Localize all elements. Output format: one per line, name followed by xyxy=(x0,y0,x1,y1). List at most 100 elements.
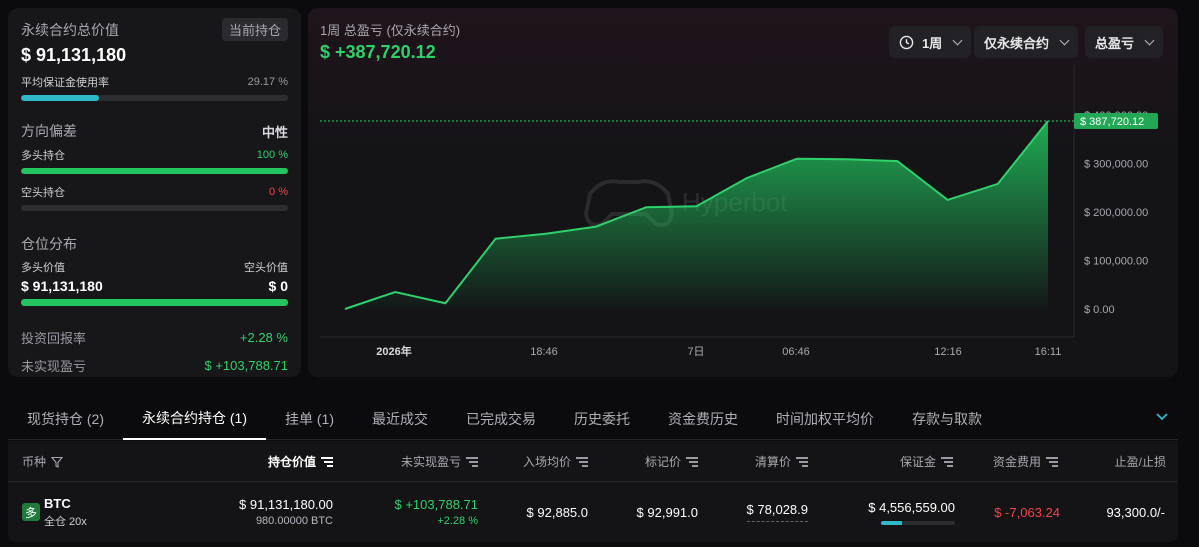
tab-4[interactable]: 已完成交易 xyxy=(447,398,555,440)
entry-price: $ 92,885.0 xyxy=(526,504,588,520)
bias-label: 方向偏差 xyxy=(21,123,77,139)
col-upnl[interactable]: 未实现盈亏 xyxy=(388,441,478,482)
margin-bar xyxy=(881,520,955,525)
col-margin-label: 保证金 xyxy=(899,455,936,469)
position-size: 980.00000 BTC xyxy=(255,515,333,527)
tpsl-value[interactable]: 93,300.0/- xyxy=(1106,505,1165,520)
x-tick-label: 16:11 xyxy=(1035,346,1062,358)
liq-price: $ 78,028.9 xyxy=(746,502,808,522)
summary-panel: 永续合约总价值 当前持仓 $ 91,131,180 平均保证金使用率 29.17… xyxy=(8,8,301,377)
collapse-chevron-icon[interactable] xyxy=(1155,412,1169,422)
roi-label: 投资回报率 xyxy=(21,331,87,346)
col-funding-label: 资金费用 xyxy=(992,455,1041,469)
short-value-label: 空头价值 xyxy=(244,262,288,274)
positions-tabs: 现货持仓 (2) 永续合约持仓 (1) 挂单 (1) 最近成交 已完成交易 历史委托 资金费… xyxy=(8,398,1178,440)
col-liq-label: 清算价 xyxy=(754,455,791,469)
long-value: $ 91,131,180 xyxy=(21,278,103,294)
x-tick-label: 18:46 xyxy=(530,346,558,358)
x-tick-label: 2026年 xyxy=(376,344,411,358)
sort-icon xyxy=(941,457,953,467)
col-mark-label: 标记价 xyxy=(644,455,681,469)
pnl-area-fill xyxy=(345,121,1048,309)
position-value: $ 91,131,180.00 xyxy=(239,497,333,512)
tab-5[interactable]: 历史委托 xyxy=(555,398,649,440)
pnl-chart-panel: 1周 总盈亏 (仅永续合约) $ +387,720.12 1周 仅永续合约 总盈… xyxy=(308,8,1178,377)
row-margin: $ 4,556,559.00 xyxy=(868,499,955,515)
upnl-value: $ +103,788.71 xyxy=(204,358,289,373)
tab-8[interactable]: 存款与取款 xyxy=(893,398,1001,440)
bias-value: 中性 xyxy=(261,124,288,140)
distribution-bar xyxy=(21,299,288,306)
sort-icon xyxy=(576,457,588,467)
long-side-badge: 多 xyxy=(22,503,40,521)
liq-cell: $ 78,028.9 xyxy=(708,482,808,542)
tab-0[interactable]: 现货持仓 (2) xyxy=(8,398,123,440)
long-position-bar xyxy=(21,168,288,174)
col-coin-label: 币种 xyxy=(22,455,47,469)
upnl-label: 未实现盈亏 xyxy=(21,359,87,374)
roi-value: +2.28 % xyxy=(239,330,288,345)
row-upnl: $ +103,788.71 xyxy=(394,497,479,512)
col-funding[interactable]: 资金费用 xyxy=(968,441,1058,482)
col-tpsl[interactable]: 止盈/止损 xyxy=(1078,441,1166,482)
table-header: 币种 持仓价值 未实现盈亏 入场均价 标记价 清算价 保证金 资金费用 止盈/止… xyxy=(8,441,1178,482)
short-value: $ 0 xyxy=(268,278,288,294)
margin-mode: 全仓 20x xyxy=(44,515,87,528)
x-tick-label: 7日 xyxy=(687,346,704,358)
sort-icon xyxy=(686,457,698,467)
funding-cell: $ -7,063.24 xyxy=(960,482,1060,542)
col-upnl-label: 未实现盈亏 xyxy=(400,455,461,469)
short-position-pct: 0 % xyxy=(269,186,288,198)
tpsl-cell[interactable]: 93,300.0/- xyxy=(1063,482,1165,542)
y-tick-label: $ 300,000.00 xyxy=(1084,159,1148,171)
col-mark[interactable]: 标记价 xyxy=(608,441,698,482)
sort-icon xyxy=(796,457,808,467)
sort-icon xyxy=(466,457,478,467)
x-tick-label: 06:46 xyxy=(782,346,810,358)
mark-price: $ 92,991.0 xyxy=(636,504,698,520)
total-value-label: 永续合约总价值 xyxy=(21,21,119,38)
total-value: $ 91,131,180 xyxy=(21,45,127,65)
margin-usage-bar xyxy=(21,95,288,101)
positions-table: 币种 持仓价值 未实现盈亏 入场均价 标记价 清算价 保证金 资金费用 止盈/止… xyxy=(8,441,1178,542)
col-margin[interactable]: 保证金 xyxy=(863,441,953,482)
long-value-label: 多头价值 xyxy=(21,262,65,274)
current-positions-tag[interactable]: 当前持仓 xyxy=(221,18,288,41)
pnl-area-chart: Hyperbot $ 0.00$ 100,000.00$ 200,000.00$… xyxy=(320,65,1158,358)
tab-7[interactable]: 时间加权平均价 xyxy=(757,398,893,440)
y-tick-label: $ 0.00 xyxy=(1084,304,1115,316)
coin-cell: 多 BTC 全仓 20x xyxy=(22,482,87,542)
distribution-label: 仓位分布 xyxy=(21,236,77,252)
col-position-value-label: 持仓价值 xyxy=(267,455,316,469)
short-position-label: 空头持仓 xyxy=(21,187,65,199)
col-entry[interactable]: 入场均价 xyxy=(498,441,588,482)
y-tick-label: $ 100,000.00 xyxy=(1084,256,1148,268)
col-position-value[interactable]: 持仓价值 xyxy=(243,441,333,482)
margin-usage-label: 平均保证金使用率 xyxy=(21,77,109,89)
table-row[interactable]: 多 BTC 全仓 20x $ 91,131,180.00 980.00000 B… xyxy=(8,482,1178,542)
tab-6[interactable]: 资金费历史 xyxy=(649,398,757,440)
row-upnl-pct: +2.28 % xyxy=(437,515,478,527)
sort-icon xyxy=(1046,457,1058,467)
margin-usage-pct: 29.17 % xyxy=(247,76,288,88)
tab-3[interactable]: 最近成交 xyxy=(353,398,447,440)
upnl-cell: $ +103,788.71 +2.28 % xyxy=(378,482,479,542)
position-value-cell: $ 91,131,180.00 980.00000 BTC xyxy=(233,482,333,542)
col-tpsl-label: 止盈/止损 xyxy=(1114,455,1166,469)
x-tick-label: 12:16 xyxy=(934,346,962,358)
long-position-pct: 100 % xyxy=(256,149,288,161)
current-value-label: $ 387,720.12 xyxy=(1080,116,1144,128)
y-tick-label: $ 200,000.00 xyxy=(1084,207,1148,219)
coin-name[interactable]: BTC xyxy=(44,496,87,511)
tab-2[interactable]: 挂单 (1) xyxy=(266,398,353,440)
mark-cell: $ 92,991.0 xyxy=(598,482,698,542)
long-position-label: 多头持仓 xyxy=(21,150,65,162)
entry-cell: $ 92,885.0 xyxy=(488,482,588,542)
short-position-bar xyxy=(21,205,288,211)
margin-cell: $ 4,556,559.00 xyxy=(855,482,955,542)
filter-icon xyxy=(51,456,64,468)
col-liq[interactable]: 清算价 xyxy=(718,441,808,482)
col-coin[interactable]: 币种 xyxy=(22,441,64,482)
tab-1[interactable]: 永续合约持仓 (1) xyxy=(123,398,266,440)
col-entry-label: 入场均价 xyxy=(522,455,571,469)
